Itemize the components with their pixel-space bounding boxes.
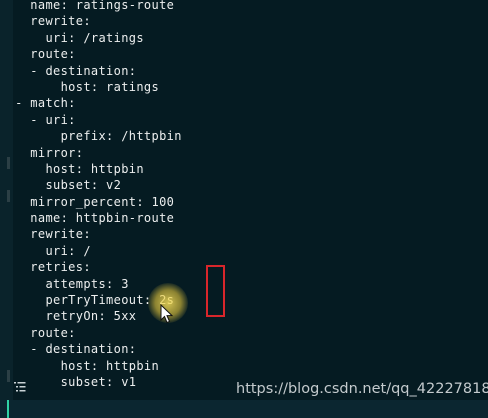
gutter-marker [7, 157, 10, 169]
status-accent [7, 400, 9, 418]
list-outline-icon[interactable] [13, 380, 27, 394]
status-bar [0, 400, 488, 418]
code-line: subset: v2 [0, 178, 122, 193]
code-line: host: ratings [0, 79, 160, 94]
code-line: retries: [0, 260, 91, 275]
code-line: route: [0, 47, 76, 62]
mouse-pointer-icon [160, 304, 174, 324]
gutter-marker [7, 190, 10, 202]
code-line: prefix: /httpbin [0, 129, 182, 144]
gutter-marker [7, 370, 10, 382]
code-line: rewrite: [0, 227, 91, 242]
code-line: host: httpbin [0, 358, 160, 373]
watermark-text: https://blog.csdn.net/qq_42227818 [236, 381, 488, 397]
code-line: - match: [0, 96, 76, 111]
annotation-highlight-box [206, 265, 225, 317]
code-line: uri: /ratings [0, 30, 144, 45]
code-line: mirror_percent: 100 [0, 194, 175, 209]
code-line: subset: v1 [0, 374, 137, 389]
code-editor[interactable]: name: ratings-route rewrite: uri: /ratin… [0, 0, 488, 400]
code-line: - destination: [0, 342, 137, 357]
code-line: rewrite: [0, 14, 91, 29]
code-line: mirror: [0, 145, 84, 160]
code-line: name: httpbin-route [0, 211, 175, 226]
code-line: route: [0, 325, 76, 340]
screen: name: ratings-route rewrite: uri: /ratin… [0, 0, 488, 418]
code-line: host: httpbin [0, 161, 144, 176]
code-line: - uri: [0, 112, 76, 127]
code-content[interactable]: name: ratings-route rewrite: uri: /ratin… [0, 0, 182, 390]
code-line: - destination: [0, 63, 137, 78]
code-line: uri: / [0, 243, 91, 258]
code-line: name: ratings-route [0, 0, 175, 12]
